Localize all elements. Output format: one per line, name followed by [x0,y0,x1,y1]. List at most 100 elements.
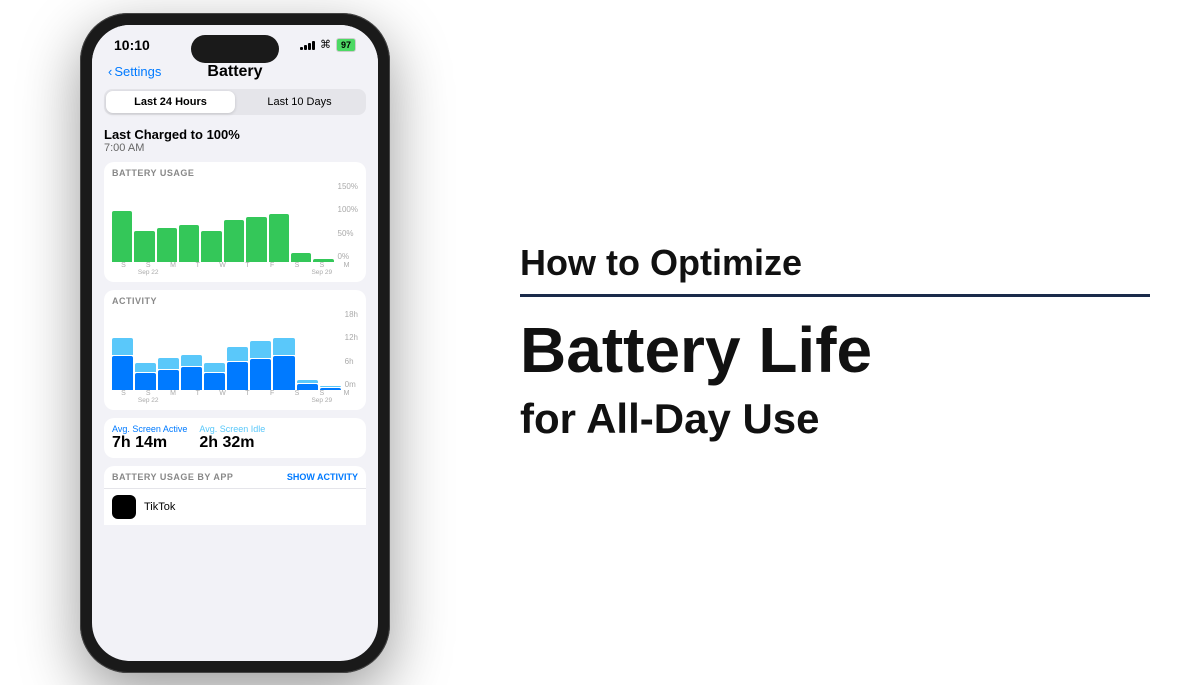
dynamic-island [191,35,279,63]
x-day-label: W [219,390,226,404]
battery-bar [224,220,244,262]
x-day-label: S [146,390,151,397]
battery-bar-group [269,182,289,262]
x-day-label: T [196,390,200,404]
x-col: W [211,390,234,404]
activity-bar-group [227,310,248,390]
x-day-label: M [344,390,350,404]
nav-title: Battery [207,63,262,81]
x-date-label: Sep 29 [311,397,332,404]
x-col: W [211,262,234,276]
screen-active-value: 7h 14m [112,434,187,452]
screen-content: Last 24 Hours Last 10 Days Last Charged … [92,89,378,525]
battery-percentage: 97 [336,38,356,52]
activity-bar-light [181,355,202,366]
nav-bar: ‹ Settings Battery [92,59,378,89]
by-app-header: BATTERY USAGE BY APP SHOW ACTIVITY [104,466,366,488]
activity-bar-dark [250,359,271,390]
x-col: SSep 22 [137,262,160,276]
x-day-label: S [319,390,324,397]
battery-bar-group [224,182,244,262]
screen-idle-label: Avg. Screen Idle [199,424,265,434]
back-label: Settings [114,64,161,79]
x-col: S [112,390,135,404]
x-col: F [261,390,284,404]
activity-bar-group [297,310,318,390]
x-day-label: S [295,262,300,276]
right-panel: How to Optimize Battery Life for All-Day… [470,0,1200,685]
y-label-0m: 0m [345,380,358,389]
article-headline-main: Battery Life [520,317,1150,384]
activity-bar-group [181,310,202,390]
last-charged-time: 7:00 AM [104,142,366,154]
battery-bar [291,253,311,261]
activity-stats: Avg. Screen Active 7h 14m Avg. Screen Id… [104,418,366,458]
battery-bar-group [157,182,177,262]
x-date-label: Sep 22 [138,269,159,276]
activity-bar-dark [297,384,318,390]
x-col: T [236,390,259,404]
battery-bar [157,228,177,262]
x-date-label: Sep 29 [311,269,332,276]
x-day-label: S [319,262,324,269]
screen-active-label: Avg. Screen Active [112,424,187,434]
battery-usage-chart: BATTERY USAGE 150% 100% 50% 0% SSS [104,162,366,282]
x-col: SSep 29 [310,262,333,276]
battery-bar [201,231,221,262]
activity-bar-dark [181,367,202,389]
battery-bar-group [201,182,221,262]
bars-container [112,182,334,262]
x-day-label: S [121,390,126,404]
segment-control[interactable]: Last 24 Hours Last 10 Days [104,89,366,115]
activity-chart: ACTIVITY 18h 12h 6h 0m SSSep 22MTWTFSSSe… [104,290,366,410]
x-day-label: W [219,262,226,276]
phone-screen: 10:10 ⌘ 97 ‹ Settings [92,25,378,661]
tiktok-icon [112,495,136,519]
activity-bar-group [273,310,294,390]
battery-bar-group [179,182,199,262]
x-day-label: S [121,262,126,276]
x-col: S [112,262,135,276]
activity-bar-light [135,363,156,371]
battery-bar-group [313,182,333,262]
x-day-label: S [146,262,151,269]
left-panel: 10:10 ⌘ 97 ‹ Settings [0,0,470,685]
activity-bar-group [112,310,133,390]
y-label-12h: 12h [345,333,358,342]
x-col: S [286,262,309,276]
activity-bar-dark [204,373,225,390]
segment-24h[interactable]: Last 24 Hours [106,91,235,113]
battery-bar [269,214,289,262]
activity-bar-dark [135,373,156,390]
y-label-6h: 6h [345,357,358,366]
x-col: F [261,262,284,276]
battery-bar-group [246,182,266,262]
y-label-100: 100% [338,205,358,214]
x-axis-row: SSSep 22MTWTFSSSep 29M [112,262,358,276]
article-headline-sub2: for All-Day Use [520,395,1150,443]
segment-10d[interactable]: Last 10 Days [235,91,364,113]
activity-bar-light [204,363,225,371]
battery-usage-label: BATTERY USAGE [112,168,358,178]
signal-bar-3 [308,43,311,50]
x-col: S [286,390,309,404]
phone-mockup: 10:10 ⌘ 97 ‹ Settings [80,13,390,673]
activity-bar-dark [158,370,179,390]
signal-bar-1 [300,47,303,50]
y-label-50: 50% [338,229,358,238]
activity-bars-area: 18h 12h 6h 0m [112,310,358,390]
wifi-icon: ⌘ [320,38,331,51]
x-day-label: S [295,390,300,404]
activity-bar-dark [227,362,248,390]
show-activity-button[interactable]: SHOW ACTIVITY [287,472,358,482]
activity-bar-light [112,338,133,355]
x-col: T [236,262,259,276]
x-day-label: M [170,390,176,404]
activity-bar-group [250,310,271,390]
x-day-label: M [344,262,350,276]
battery-bar [179,225,199,261]
app-row-tiktok: TikTok [104,488,366,525]
last-charged-info: Last Charged to 100% 7:00 AM [104,127,366,154]
back-button[interactable]: ‹ Settings [108,64,161,79]
signal-icon [300,40,315,50]
